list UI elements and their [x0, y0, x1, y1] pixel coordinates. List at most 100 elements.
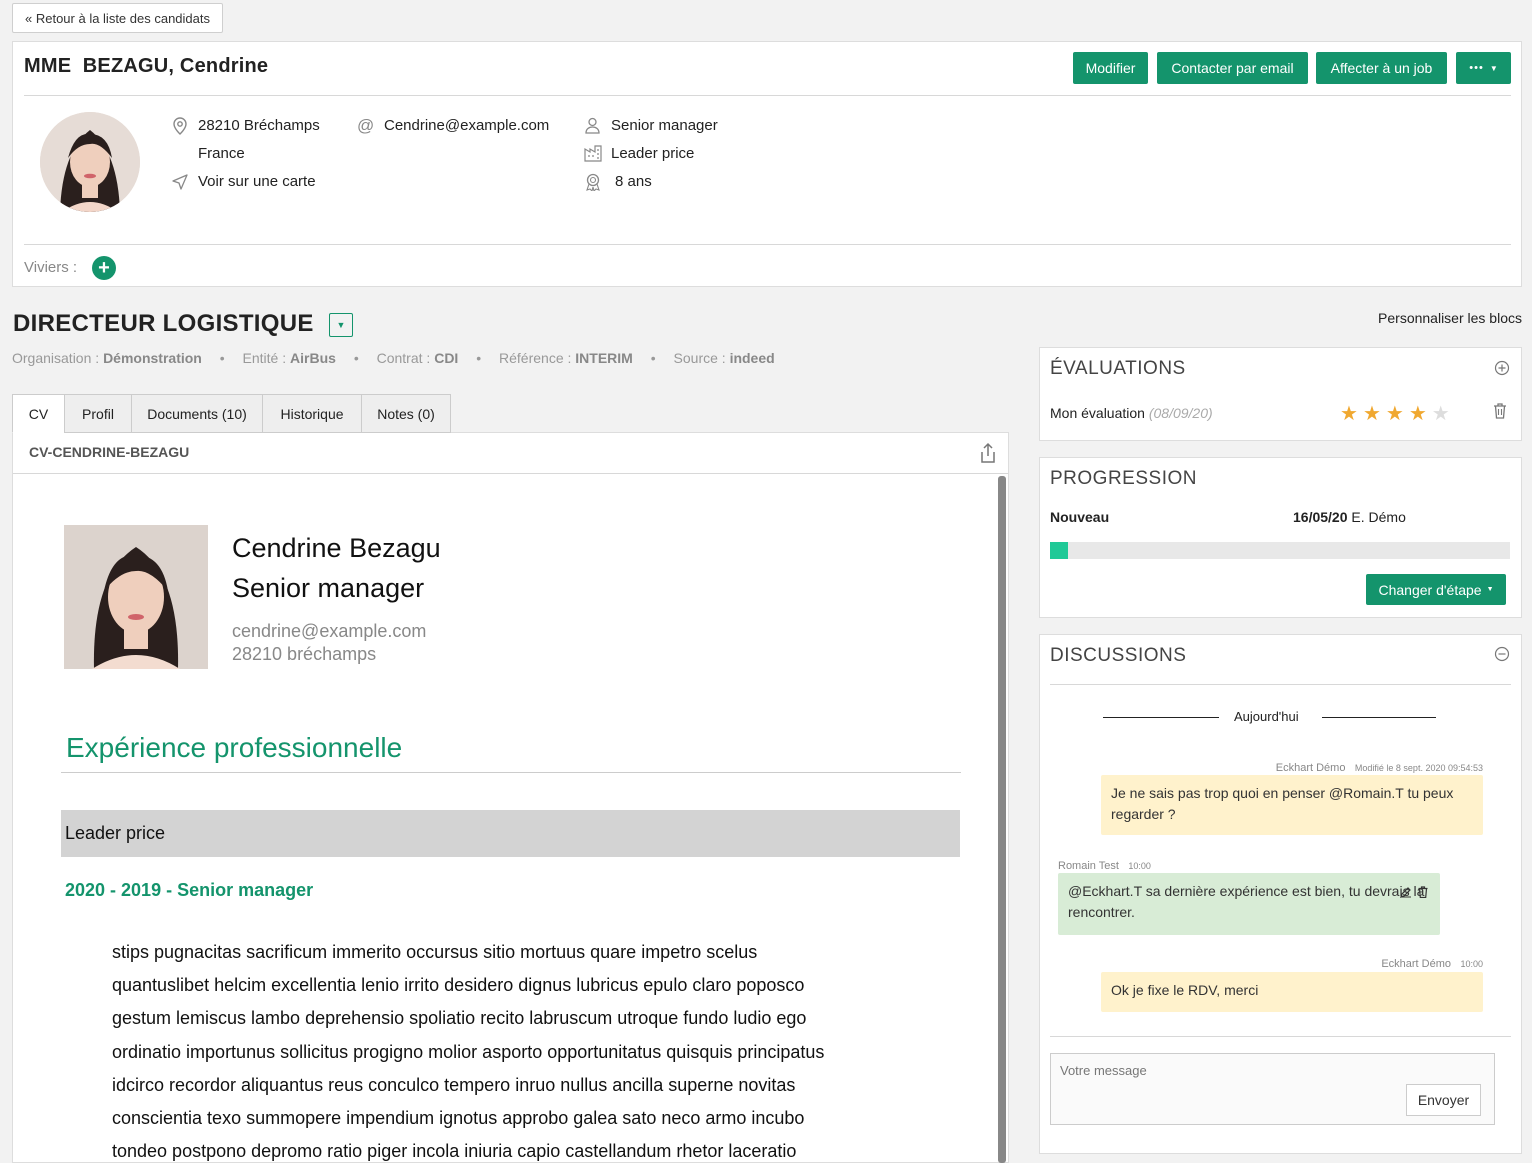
- meta-contract-key: Contrat :: [376, 350, 435, 366]
- message-author: Romain Test: [1058, 860, 1119, 872]
- message-bubble: @Eckhart.T sa dernière expérience est bi…: [1058, 873, 1440, 935]
- composer-divider: [1050, 1036, 1511, 1037]
- job-title: DIRECTEUR LOGISTIQUE: [13, 310, 314, 337]
- at-sign-icon: @: [357, 116, 375, 135]
- cv-file-name: CV-CENDRINE-BEZAGU: [29, 444, 190, 460]
- message-placeholder: Votre message: [1060, 1063, 1147, 1078]
- cv-section-divider: [61, 772, 961, 773]
- change-stage-button[interactable]: Changer d'étape ▼: [1366, 574, 1506, 605]
- viviers-divider: [24, 244, 1511, 245]
- meta-source-key: Source :: [673, 350, 730, 366]
- progression-info: 16/05/20 E. Démo: [1293, 509, 1406, 525]
- day-label: Aujourd'hui: [1234, 709, 1299, 724]
- edit-pencil-icon[interactable]: [1400, 885, 1412, 903]
- candidate-country: France: [198, 145, 245, 162]
- progression-date: 16/05/20: [1293, 509, 1348, 525]
- cv-name: Cendrine Bezagu: [232, 533, 441, 563]
- star-icon[interactable]: ★: [1363, 401, 1381, 426]
- cv-line: stips pugnacitas sacrificum immerito occ…: [112, 942, 758, 962]
- contact-email-button[interactable]: Contacter par email: [1157, 52, 1308, 84]
- day-separator-right: [1322, 717, 1436, 718]
- meta-reference-value: INTERIM: [575, 350, 633, 366]
- cv-line: quantuslibet helcim excellentia lenio ir…: [112, 975, 805, 996]
- message-author: Eckhart Démo: [1381, 958, 1452, 970]
- progression-title: PROGRESSION: [1050, 468, 1197, 489]
- add-vivier-icon[interactable]: +: [92, 256, 116, 280]
- meta-organisation-key: Organisation :: [12, 350, 104, 366]
- message-meta: Eckhart Démo Modifié le 8 sept. 2020 09:…: [1276, 758, 1483, 776]
- rating-stars[interactable]: ★ ★ ★ ★ ★: [1340, 401, 1450, 426]
- assign-job-button[interactable]: Affecter à un job: [1316, 52, 1447, 84]
- tab-documents[interactable]: Documents (10): [131, 394, 263, 433]
- progress-bar: [1050, 542, 1510, 559]
- building-icon: [584, 145, 602, 166]
- message-meta: Eckhart Démo 10:00: [1381, 954, 1483, 972]
- star-icon[interactable]: ★: [1409, 401, 1427, 426]
- progression-by: E. Démo: [1351, 509, 1406, 525]
- candidate-city: 28210 Bréchamps: [198, 117, 320, 134]
- cv-head-divider: [13, 473, 1008, 474]
- candidate-company: Leader price: [611, 145, 695, 162]
- cv-scrollbar[interactable]: [998, 476, 1006, 1163]
- meta-source-value: indeed: [729, 350, 775, 366]
- progression-stage: Nouveau: [1050, 509, 1110, 525]
- meta-organisation-value: Démonstration: [103, 350, 202, 366]
- candidate-avatar: [40, 112, 140, 212]
- change-stage-label: Changer d'étape: [1378, 581, 1482, 598]
- message-bubble: Je ne sais pas trop quoi en penser @Roma…: [1101, 775, 1483, 835]
- candidate-position: Senior manager: [611, 117, 718, 134]
- person-icon: [584, 117, 601, 138]
- cv-employer-band: Leader price: [61, 810, 960, 857]
- cv-description: stips pugnacitas sacrificum immerito occ…: [112, 936, 872, 1163]
- back-to-candidates-button[interactable]: « Retour à la liste des candidats: [12, 3, 223, 33]
- cv-line: conscientia texo summopere impendium ign…: [112, 1108, 805, 1129]
- job-dropdown-chevron-icon[interactable]: ▼: [329, 313, 353, 337]
- personalize-blocks-link[interactable]: Personnaliser les blocs: [1378, 310, 1522, 326]
- meta-contract-value: CDI: [434, 350, 459, 366]
- job-meta: Organisation : Démonstration • Entité : …: [12, 350, 775, 366]
- meta-entity-key: Entité :: [242, 350, 291, 366]
- viviers-label: Viviers :: [24, 259, 78, 276]
- award-icon: [585, 173, 601, 195]
- cv-email: cendrine@example.com: [232, 621, 427, 641]
- message-meta: Romain Test 10:00: [1058, 856, 1151, 874]
- tab-cv[interactable]: CV: [12, 394, 65, 433]
- evaluations-title: ÉVALUATIONS: [1050, 358, 1186, 379]
- trash-icon[interactable]: [1493, 403, 1507, 424]
- chevron-down-icon: ▼: [1489, 63, 1498, 73]
- edit-button[interactable]: Modifier: [1073, 52, 1148, 84]
- tab-notes[interactable]: Notes (0): [361, 394, 451, 433]
- candidate-name: MME BEZAGU, Cendrine: [24, 55, 269, 77]
- collapse-icon[interactable]: [1494, 646, 1510, 667]
- navigation-arrow-icon: [172, 174, 188, 194]
- star-icon[interactable]: ★: [1432, 401, 1450, 426]
- meta-entity-value: AirBus: [290, 350, 336, 366]
- evaluation-date: (08/09/20): [1148, 405, 1213, 421]
- message-author: Eckhart Démo: [1275, 762, 1346, 774]
- view-map-link[interactable]: Voir sur une carte: [198, 173, 316, 190]
- day-separator-left: [1103, 717, 1219, 718]
- tab-historique[interactable]: Historique: [262, 394, 362, 433]
- share-icon[interactable]: [978, 442, 998, 469]
- delete-icon[interactable]: [1418, 885, 1428, 903]
- evaluation-label: Mon évaluation: [1050, 405, 1145, 421]
- send-button[interactable]: Envoyer: [1406, 1084, 1481, 1116]
- cv-period: 2020 - 2019 - Senior manager: [65, 880, 314, 900]
- add-evaluation-icon[interactable]: [1494, 360, 1510, 381]
- more-actions-button[interactable]: ••• ▼: [1456, 52, 1511, 84]
- message-time: 10:00: [1460, 959, 1483, 969]
- evaluation-row: Mon évaluation (08/09/20): [1050, 405, 1213, 421]
- location-pin-icon: [172, 117, 188, 139]
- message-bubble: Ok je fixe le RDV, merci: [1101, 972, 1483, 1012]
- cv-line: tondeo postpono depromo ratio piger inco…: [112, 1141, 797, 1162]
- meta-reference-key: Référence :: [499, 350, 576, 366]
- star-icon[interactable]: ★: [1386, 401, 1404, 426]
- tab-profil[interactable]: Profil: [64, 394, 132, 433]
- header-divider: [24, 95, 1511, 96]
- chevron-down-icon: ▼: [1486, 586, 1494, 593]
- star-icon[interactable]: ★: [1340, 401, 1358, 426]
- cv-line: ordinatio importunus sollicitus progigno…: [112, 1041, 825, 1062]
- message-time: 10:00: [1128, 861, 1151, 871]
- candidate-email-link[interactable]: Cendrine@example.com: [384, 117, 549, 134]
- cv-line: gestum lemiscus lambo deprehensio spolia…: [112, 1008, 807, 1029]
